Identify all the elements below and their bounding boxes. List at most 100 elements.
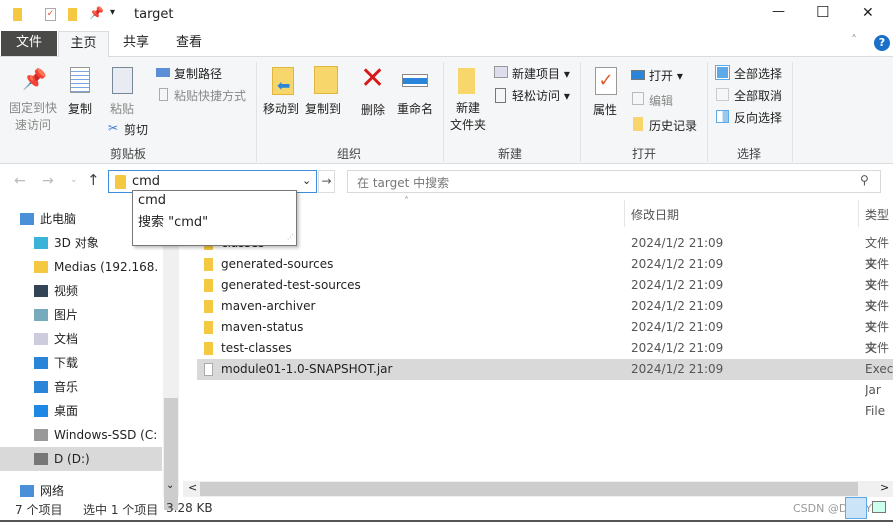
file-row[interactable]: maven-archiver 2024/1/2 21:09 文件夹 xyxy=(197,296,893,334)
pin-quick-access-button[interactable]: 固定到快 速访问 xyxy=(9,100,57,134)
column-divider[interactable] xyxy=(624,200,625,227)
nav-item[interactable]: Medias (192.168.3. xyxy=(0,255,162,279)
copy-button[interactable]: 复制 xyxy=(68,100,92,117)
minimize-button[interactable]: — xyxy=(772,4,785,19)
tab-file[interactable]: 文件 xyxy=(1,31,57,56)
select-none-button[interactable]: 全部取消 xyxy=(734,87,782,104)
rename-button[interactable]: 重命名 xyxy=(397,100,433,117)
tab-share[interactable]: 共享 xyxy=(112,31,160,56)
file-row[interactable]: generated-test-sources 2024/1/2 21:09 文件夹 xyxy=(197,275,893,313)
history-button[interactable]: 历史记录 xyxy=(649,117,697,134)
new-folder-label-2: 文件夹 xyxy=(450,118,487,132)
column-header-type[interactable]: 类型 xyxy=(865,206,889,223)
collapse-ribbon-icon[interactable]: ˄ xyxy=(851,33,857,47)
properties-quick-icon[interactable]: ✓ xyxy=(45,8,56,21)
suggestion-item[interactable]: cmd xyxy=(138,193,166,208)
documents-icon xyxy=(34,333,48,345)
nav-item-label: D (D:) xyxy=(54,452,90,466)
nav-item-label: 桌面 xyxy=(54,404,79,418)
file-row[interactable]: generated-sources 2024/1/2 21:09 文件夹 xyxy=(197,254,893,292)
file-name: generated-sources xyxy=(221,257,334,271)
paste-button[interactable]: 粘贴 xyxy=(110,100,134,117)
delete-button[interactable]: 删除 xyxy=(361,101,385,118)
new-item-button[interactable]: 新建项目 ▾ xyxy=(512,65,570,82)
recent-locations-button[interactable]: ⌄ xyxy=(70,175,78,185)
paste-shortcut-icon xyxy=(159,88,168,101)
nav-item-label: 视频 xyxy=(54,284,79,298)
nav-item-label: 3D 对象 xyxy=(54,236,99,250)
help-icon[interactable]: ? xyxy=(874,35,890,51)
forward-button[interactable]: → xyxy=(42,173,54,189)
search-box[interactable]: 在 target 中搜索 ⚲ xyxy=(347,170,881,193)
nav-item[interactable]: 网络 xyxy=(0,479,162,503)
file-row[interactable]: maven-status 2024/1/2 21:09 文件夹 xyxy=(197,317,893,355)
nav-item[interactable]: 下载 xyxy=(0,351,162,375)
tab-home[interactable]: 主页 xyxy=(58,31,109,57)
network-drive-icon xyxy=(34,261,48,273)
search-input[interactable]: 在 target 中搜索 xyxy=(357,174,449,191)
nav-item[interactable]: Windows-SSD (C:) xyxy=(0,423,162,447)
drive-d-icon xyxy=(34,453,48,465)
nav-item[interactable]: 视频 xyxy=(0,279,162,303)
scroll-right-icon[interactable]: > xyxy=(880,481,889,494)
pin-quick-icon[interactable]: 📌 xyxy=(89,6,104,20)
computer-icon xyxy=(20,213,34,225)
column-header-date[interactable]: 修改日期 xyxy=(631,206,679,223)
column-divider[interactable] xyxy=(858,200,859,227)
copy-to-button[interactable]: 复制到 xyxy=(305,100,341,117)
cut-button[interactable]: 剪切 xyxy=(124,121,148,138)
customize-toolbar-icon[interactable]: ▾ xyxy=(110,7,115,18)
divider xyxy=(256,62,257,162)
address-dropdown-icon[interactable]: ⌄ xyxy=(302,174,311,187)
open-button[interactable]: 打开 ▾ xyxy=(649,67,683,84)
new-folder-quick-icon[interactable] xyxy=(68,8,77,21)
nav-item[interactable]: 桌面 xyxy=(0,399,162,423)
copy-icon xyxy=(70,67,90,93)
file-name: test-classes xyxy=(221,341,292,355)
address-suggestions: cmd 搜索 "cmd" ⋰ xyxy=(132,190,297,246)
resize-grip-icon[interactable]: ⋰ xyxy=(287,233,294,241)
file-row[interactable]: test-classes2024/1/2 21:09文件夹 xyxy=(197,338,893,376)
close-button[interactable]: ✕ xyxy=(862,5,874,21)
nav-scrollbar-thumb[interactable] xyxy=(164,398,178,510)
paste-shortcut-button[interactable]: 粘贴快捷方式 xyxy=(174,87,246,104)
details-view-button[interactable] xyxy=(845,497,867,519)
nav-item[interactable]: 音乐 xyxy=(0,375,162,399)
nav-item-label: Windows-SSD (C:) xyxy=(54,428,158,442)
up-button[interactable]: ↑ xyxy=(87,171,100,189)
easy-access-button[interactable]: 轻松访问 ▾ xyxy=(512,87,570,104)
horizontal-scrollbar-thumb[interactable] xyxy=(200,482,858,496)
file-row[interactable]: classes2024/1/2 21:09文件夹 xyxy=(197,233,893,271)
maximize-button[interactable]: ☐ xyxy=(816,3,829,21)
large-icons-view-button[interactable] xyxy=(872,501,886,513)
nav-item[interactable]: D (D:) xyxy=(0,447,162,471)
easy-access-icon xyxy=(495,88,506,103)
move-to-icon: ⬅ xyxy=(272,67,294,95)
file-name: maven-archiver xyxy=(221,299,316,313)
nav-item[interactable]: 文档 xyxy=(0,327,162,351)
copy-path-button[interactable]: 复制路径 xyxy=(174,65,222,82)
scroll-down-icon[interactable]: ⌄ xyxy=(166,480,174,491)
new-folder-button[interactable]: 新建 文件夹 xyxy=(450,100,486,134)
tab-view[interactable]: 查看 xyxy=(165,31,213,56)
go-button[interactable]: → xyxy=(318,170,335,193)
address-input[interactable]: cmd xyxy=(132,174,160,189)
properties-button[interactable]: 属性 xyxy=(593,101,617,118)
select-all-button[interactable]: 全部选择 xyxy=(734,65,782,82)
back-button[interactable]: ← xyxy=(14,173,26,189)
file-date: 2024/1/2 21:09 xyxy=(631,299,724,313)
folder-icon xyxy=(204,321,213,334)
properties-icon: ✓ xyxy=(595,67,617,95)
nav-item[interactable]: 图片 xyxy=(0,303,162,327)
suggestion-item[interactable]: 搜索 "cmd" xyxy=(138,211,208,230)
move-to-button[interactable]: 移动到 xyxy=(263,100,299,117)
edit-button[interactable]: 编辑 xyxy=(649,92,673,109)
invert-selection-button[interactable]: 反向选择 xyxy=(734,109,782,126)
horizontal-scrollbar[interactable]: < > xyxy=(183,481,893,497)
file-date: 2024/1/2 21:09 xyxy=(631,236,724,250)
file-row[interactable]: module01-1.0-SNAPSHOT.jar 2024/1/2 21:09 E… xyxy=(197,359,893,418)
paste-icon xyxy=(112,67,133,94)
pictures-icon xyxy=(34,309,48,321)
file-name: maven-status xyxy=(221,320,304,334)
scroll-left-icon[interactable]: < xyxy=(188,481,197,494)
